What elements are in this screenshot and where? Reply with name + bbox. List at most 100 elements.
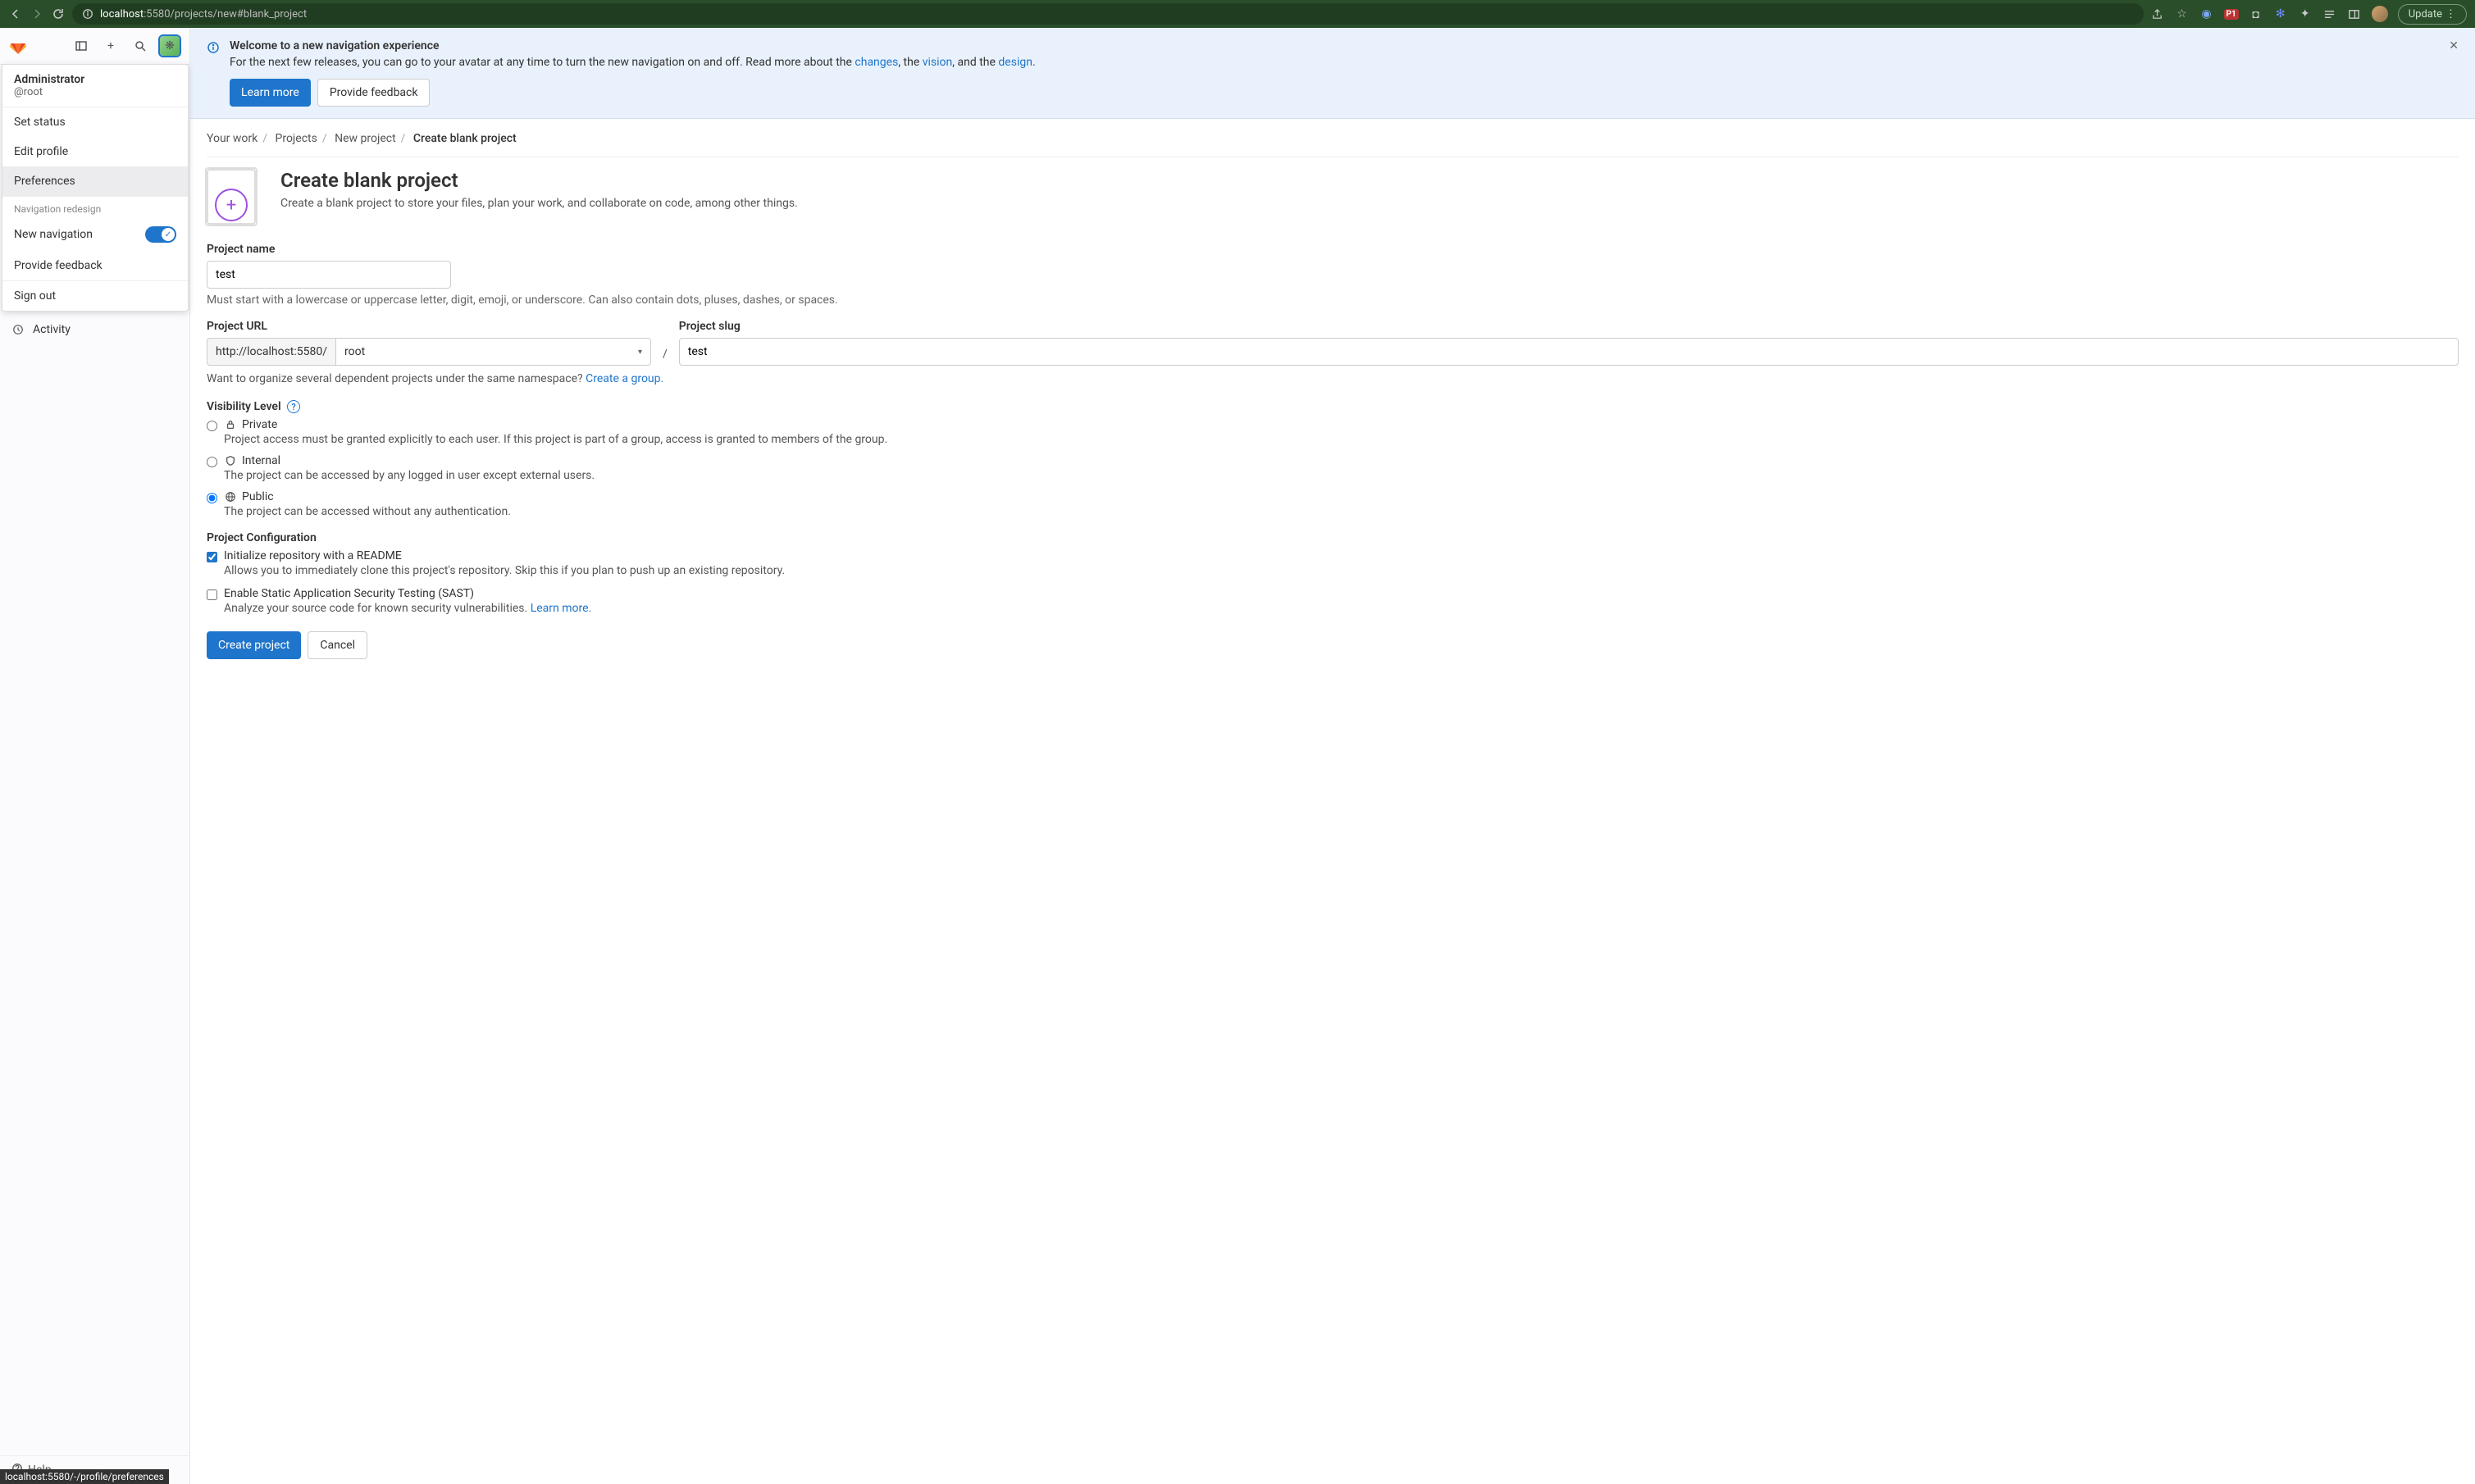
config-readme[interactable]: Initialize repository with a README Allo…: [207, 549, 2459, 577]
banner-feedback-button[interactable]: Provide feedback: [317, 79, 431, 107]
side-panel-icon[interactable]: [2347, 7, 2362, 21]
user-menu-handle: @root: [14, 86, 176, 98]
create-group-link[interactable]: Create a group.: [586, 372, 663, 385]
sidebar-item-activity[interactable]: Activity: [0, 316, 189, 343]
sidebar: + ❋ Administrator @root Set status Edit …: [0, 28, 190, 1484]
group-hint: Want to organize several dependent proje…: [207, 372, 2459, 385]
banner-link-changes[interactable]: changes: [855, 56, 898, 69]
menu-item-edit-profile[interactable]: Edit profile: [2, 137, 188, 166]
project-name-input[interactable]: [207, 261, 451, 289]
shield-icon: [224, 454, 237, 467]
extensions-icon[interactable]: ✦: [2298, 7, 2313, 21]
reading-list-icon[interactable]: [2322, 7, 2337, 21]
menu-item-new-navigation[interactable]: New navigation ✓: [2, 218, 188, 251]
project-hero-icon: +: [207, 169, 264, 226]
globe-icon: [224, 490, 237, 503]
breadcrumb-link[interactable]: Your work: [207, 132, 258, 145]
create-new-icon[interactable]: +: [99, 34, 122, 57]
sast-learn-more-link[interactable]: Learn more.: [531, 602, 592, 615]
radio-label: Public: [242, 490, 274, 503]
search-icon[interactable]: [129, 34, 152, 57]
create-project-button[interactable]: Create project: [207, 631, 301, 659]
cancel-button[interactable]: Cancel: [308, 631, 367, 659]
visibility-private[interactable]: Private Project access must be granted e…: [207, 418, 2459, 446]
extension-gear-icon[interactable]: ✻: [2273, 7, 2288, 21]
browser-status-bar: localhost:5580/-/profile/preferences: [0, 1469, 169, 1484]
checkbox-label: Enable Static Application Security Testi…: [224, 587, 591, 600]
new-navigation-toggle[interactable]: ✓: [145, 226, 176, 243]
project-slug-label: Project slug: [679, 320, 2459, 333]
menu-item-preferences[interactable]: Preferences: [2, 166, 188, 196]
banner-text: For the next few releases, you can go to…: [230, 56, 1036, 69]
sidebar-header: + ❋: [0, 28, 189, 65]
slug-separator: /: [663, 320, 668, 361]
project-name-hint: Must start with a lowercase or uppercase…: [207, 294, 2459, 307]
banner-link-design[interactable]: design: [998, 56, 1032, 69]
site-info-icon[interactable]: [80, 7, 95, 21]
url-bar[interactable]: localhost:5580/projects/new#blank_projec…: [72, 3, 2144, 25]
share-icon[interactable]: [2150, 7, 2165, 21]
menu-item-provide-feedback[interactable]: Provide feedback: [2, 251, 188, 280]
plus-icon: +: [215, 189, 248, 221]
extension-camera-icon[interactable]: ◘: [2249, 7, 2263, 21]
checkbox-description: Analyze your source code for known secur…: [224, 602, 591, 615]
gitlab-logo-icon[interactable]: [8, 36, 28, 56]
user-menu: Administrator @root Set status Edit prof…: [2, 64, 189, 312]
back-icon[interactable]: [8, 7, 23, 21]
info-icon: [207, 41, 220, 107]
project-name-label: Project name: [207, 243, 2459, 256]
visibility-public[interactable]: Public The project can be accessed witho…: [207, 490, 2459, 518]
checkbox-label: Initialize repository with a README: [224, 549, 785, 562]
user-menu-header: Administrator @root: [2, 65, 188, 107]
banner-close-icon[interactable]: ✕: [2449, 39, 2459, 52]
breadcrumb-current: Create blank project: [413, 132, 517, 145]
breadcrumb: Your work/ Projects/ New project/ Create…: [207, 132, 2459, 157]
reload-icon[interactable]: [51, 7, 66, 21]
sidebar-item-label: Activity: [33, 323, 71, 336]
breadcrumb-link[interactable]: Projects: [276, 132, 317, 145]
radio-description: Project access must be granted explicitl…: [224, 433, 887, 446]
namespace-select[interactable]: root ▾: [335, 338, 651, 366]
forward-icon[interactable]: [30, 7, 44, 21]
user-menu-name: Administrator: [14, 73, 176, 86]
extension-icon[interactable]: ◉: [2199, 7, 2214, 21]
radio-description: The project can be accessed without any …: [224, 505, 511, 518]
kebab-icon: ⋮: [2445, 8, 2456, 20]
radio-label: Internal: [242, 454, 280, 467]
user-avatar-button[interactable]: ❋: [158, 34, 181, 57]
checkbox-sast[interactable]: [207, 590, 217, 600]
visibility-internal[interactable]: Internal The project can be accessed by …: [207, 454, 2459, 482]
profile-avatar[interactable]: [2372, 6, 2388, 22]
banner-learn-more-button[interactable]: Learn more: [230, 79, 311, 107]
radio-description: The project can be accessed by any logge…: [224, 469, 595, 482]
menu-item-sign-out[interactable]: Sign out: [2, 281, 188, 311]
page-title: Create blank project: [280, 169, 798, 192]
url-text: localhost:5580/projects/new#blank_projec…: [100, 8, 307, 20]
main-content: Welcome to a new navigation experience F…: [190, 28, 2475, 1484]
update-button[interactable]: Update ⋮: [2398, 4, 2467, 25]
config-sast[interactable]: Enable Static Application Security Testi…: [207, 587, 2459, 615]
bookmark-icon[interactable]: ☆: [2175, 7, 2190, 21]
menu-item-set-status[interactable]: Set status: [2, 107, 188, 137]
extension-badge[interactable]: P1: [2224, 9, 2239, 20]
check-icon: ✓: [162, 228, 175, 241]
banner-link-vision[interactable]: vision: [923, 56, 953, 69]
browser-chrome: localhost:5580/projects/new#blank_projec…: [0, 0, 2475, 28]
radio-public[interactable]: [207, 493, 217, 503]
chevron-down-icon: ▾: [638, 348, 642, 357]
project-url-label: Project URL: [207, 320, 651, 333]
help-icon[interactable]: ?: [287, 400, 300, 413]
banner-title: Welcome to a new navigation experience: [230, 39, 1036, 52]
collapse-sidebar-icon[interactable]: [70, 34, 93, 57]
radio-internal[interactable]: [207, 457, 217, 467]
breadcrumb-link[interactable]: New project: [335, 132, 396, 145]
visibility-label: Visibility Level ?: [207, 400, 2459, 413]
radio-private[interactable]: [207, 421, 217, 431]
nav-banner: Welcome to a new navigation experience F…: [190, 28, 2475, 119]
menu-section-nav-redesign: Navigation redesign: [2, 196, 188, 218]
project-slug-input[interactable]: [679, 338, 2459, 366]
radio-label: Private: [242, 418, 277, 431]
checkbox-readme[interactable]: [207, 552, 217, 562]
checkbox-description: Allows you to immediately clone this pro…: [224, 564, 785, 577]
lock-icon: [224, 418, 237, 431]
